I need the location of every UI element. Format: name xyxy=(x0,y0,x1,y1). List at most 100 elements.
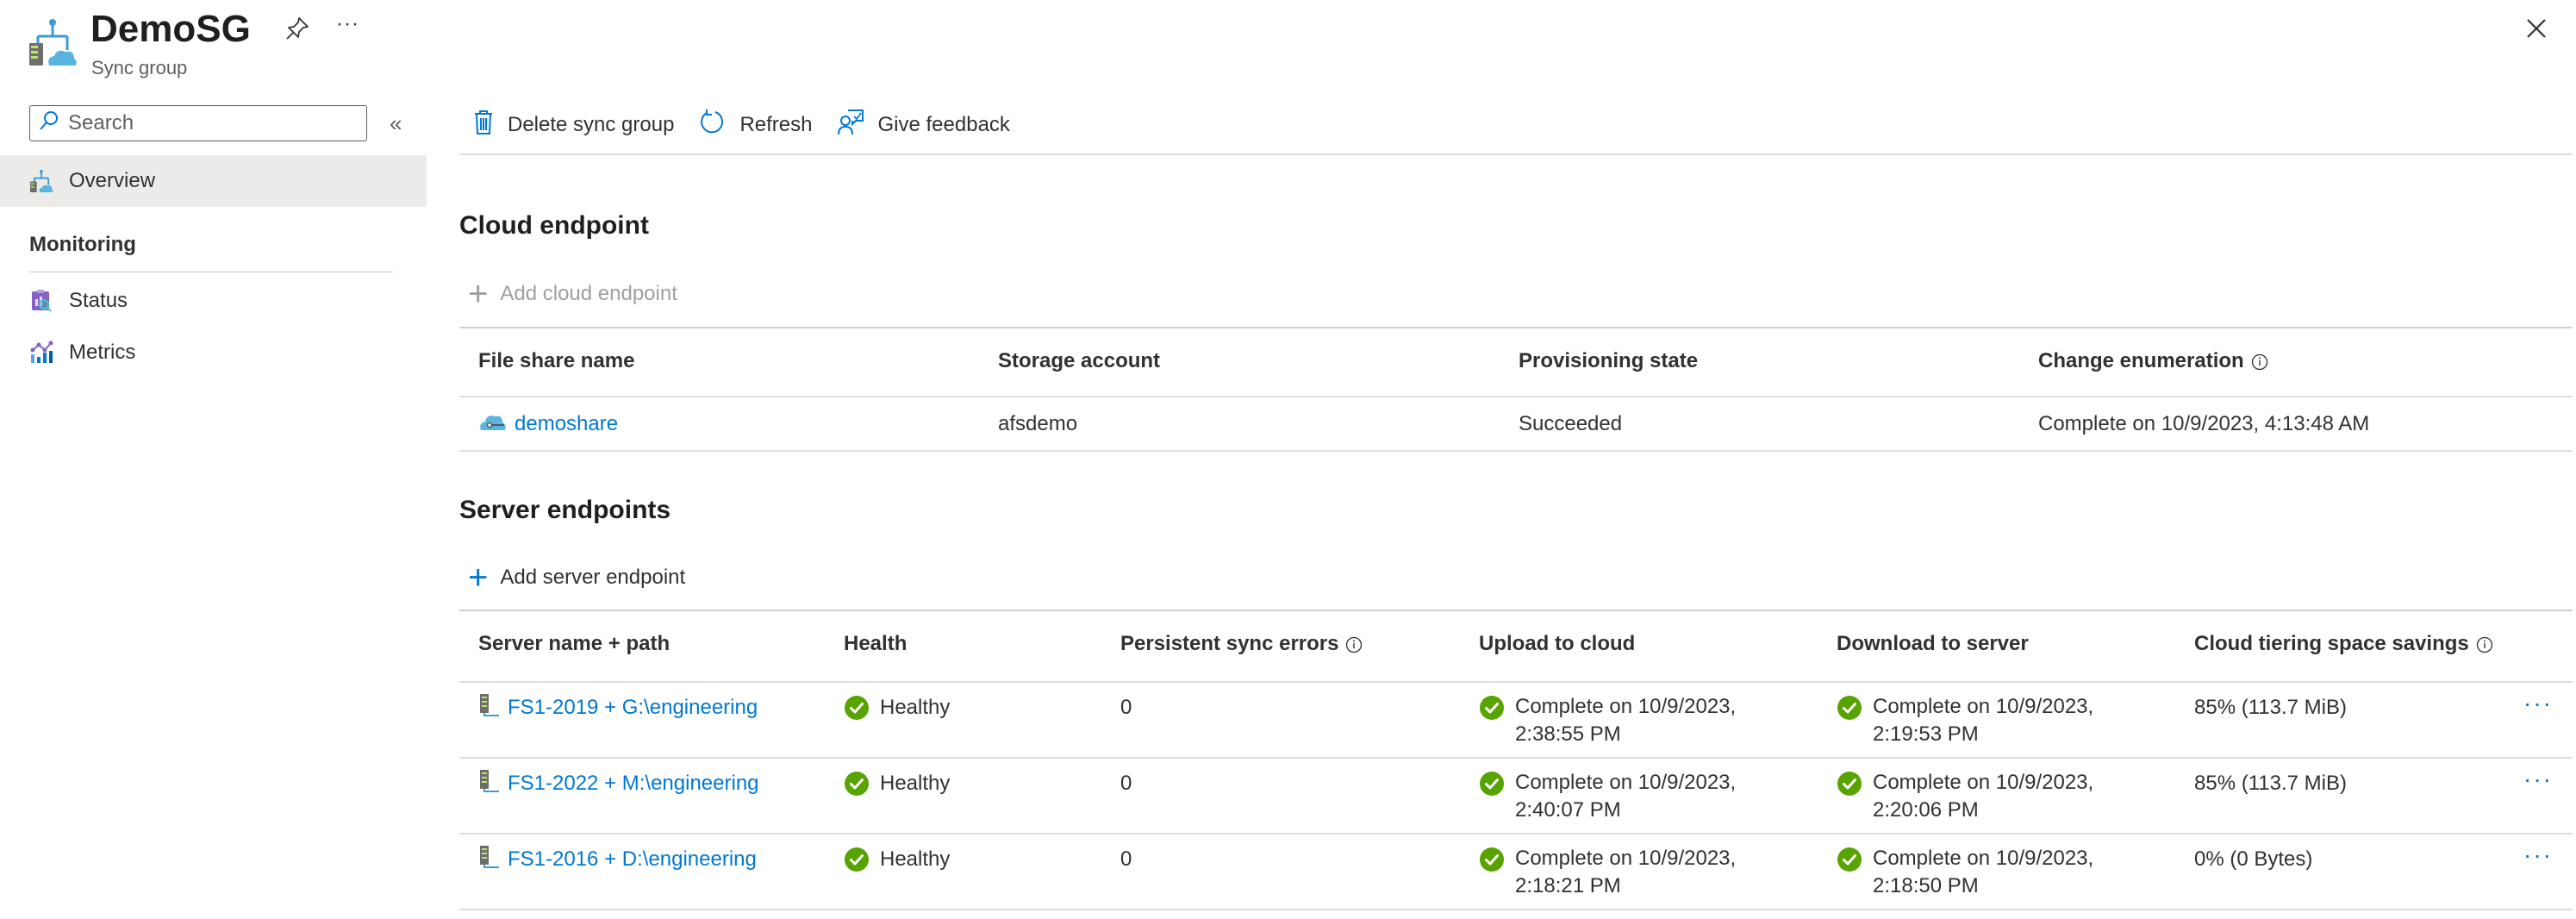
col-header-download: Download to server xyxy=(1837,632,2029,655)
download-cell: Complete on 10/9/2023, 2:20:06 PM xyxy=(1837,769,2093,824)
col-header-file-share: File share name xyxy=(478,349,635,372)
col-header-change-enumeration: Change enumeration xyxy=(2038,349,2268,373)
check-circle-icon xyxy=(1479,695,1505,721)
col-header-upload: Upload to cloud xyxy=(1479,632,1636,655)
server-endpoint-link[interactable]: FS1-2016 + D:\engineering xyxy=(508,847,757,872)
col-header-storage-account: Storage account xyxy=(998,349,1161,372)
change-enumeration-value: Complete on 10/9/2023, 4:13:48 AM xyxy=(2038,412,2370,435)
refresh-label: Refresh xyxy=(739,113,813,136)
sidebar-item-label: Overview xyxy=(69,169,156,192)
download-status-line2: 2:20:06 PM xyxy=(1873,798,1979,822)
check-circle-icon xyxy=(844,847,870,872)
feedback-label: Give feedback xyxy=(877,113,1010,136)
status-icon xyxy=(29,289,53,313)
metrics-icon xyxy=(29,341,53,365)
cloud-endpoint-heading: Cloud endpoint xyxy=(459,211,649,240)
check-circle-icon xyxy=(844,695,870,721)
health-cell: Healthy xyxy=(844,693,950,722)
download-cell: Complete on 10/9/2023, 2:18:50 PM xyxy=(1837,845,2093,900)
health-status: Healthy xyxy=(880,772,951,795)
collapse-sidebar-icon[interactable]: « xyxy=(390,112,412,134)
server-endpoint-link[interactable]: FS1-2019 + G:\engineering xyxy=(508,696,758,720)
toolbar-divider xyxy=(459,153,2573,155)
page-title: DemoSG xyxy=(90,8,251,50)
add-server-endpoint-label: Add server endpoint xyxy=(500,566,686,589)
server-icon xyxy=(478,844,501,876)
sidebar-group-monitoring: Monitoring xyxy=(29,233,136,256)
more-options-icon[interactable]: ··· xyxy=(336,12,362,38)
upload-status-line1: Complete on 10/9/2023, xyxy=(1515,771,1737,794)
command-bar: Delete sync group Refresh Give feedback xyxy=(459,103,1034,147)
info-icon[interactable] xyxy=(1345,635,1363,653)
close-icon[interactable] xyxy=(2523,16,2549,41)
download-status-line1: Complete on 10/9/2023, xyxy=(1873,695,2094,718)
feedback-icon xyxy=(837,109,878,142)
persistent-errors-link[interactable]: 0 xyxy=(1120,845,1132,874)
col-header-health: Health xyxy=(844,632,908,655)
storage-account-link[interactable]: afsdemo xyxy=(998,409,1077,439)
server-endpoint-cell: FS1-2022 + M:\engineering xyxy=(478,769,759,798)
upload-cell: Complete on 10/9/2023, 2:38:55 PM xyxy=(1479,693,1736,748)
upload-status-line2: 2:40:07 PM xyxy=(1515,798,1621,822)
upload-status-line1: Complete on 10/9/2023, xyxy=(1515,847,1737,870)
col-header-persistent-errors: Persistent sync errors xyxy=(1120,632,1363,656)
delete-sync-group-button[interactable]: Delete sync group xyxy=(473,109,674,141)
cloud-tiering-link[interactable]: 85% (113.7 MiB) xyxy=(2194,769,2347,798)
download-status-line1: Complete on 10/9/2023, xyxy=(1873,847,2094,870)
col-header-label: Persistent sync errors xyxy=(1120,632,1339,655)
check-circle-icon xyxy=(1837,847,1862,872)
info-icon[interactable] xyxy=(2476,635,2493,653)
trash-icon xyxy=(473,109,508,141)
download-status-line2: 2:18:50 PM xyxy=(1873,874,1979,897)
cloud-tiering-link[interactable]: 85% (113.7 MiB) xyxy=(2194,693,2347,722)
sidebar-item-label: Status xyxy=(69,289,128,312)
upload-cell: Complete on 10/9/2023, 2:18:21 PM xyxy=(1479,845,1736,900)
upload-cell: Complete on 10/9/2023, 2:40:07 PM xyxy=(1479,769,1736,824)
pin-icon[interactable] xyxy=(284,16,310,41)
health-status: Healthy xyxy=(880,847,951,871)
col-header-cloud-tiering: Cloud tiering space savings xyxy=(2194,632,2493,656)
server-endpoint-cell: FS1-2016 + D:\engineering xyxy=(478,845,757,874)
check-circle-icon xyxy=(1837,695,1862,721)
download-status-line2: 2:19:53 PM xyxy=(1873,722,1979,746)
health-status: Healthy xyxy=(880,696,951,719)
divider xyxy=(459,396,2573,397)
server-endpoint-link[interactable]: FS1-2022 + M:\engineering xyxy=(508,772,759,796)
provisioning-state-value: Succeeded xyxy=(1519,412,1623,435)
check-circle-icon xyxy=(1479,771,1505,797)
check-circle-icon xyxy=(844,771,870,797)
sidebar-item-metrics[interactable]: Metrics xyxy=(29,335,135,370)
add-server-endpoint-button[interactable]: + Add server endpoint xyxy=(468,559,686,597)
col-header-server: Server name + path xyxy=(478,632,671,655)
persistent-errors-link[interactable]: 0 xyxy=(1120,769,1132,798)
divider xyxy=(459,833,2573,835)
check-circle-icon xyxy=(1479,847,1505,872)
sidebar-item-overview[interactable]: Overview xyxy=(0,155,427,207)
search-input[interactable] xyxy=(66,110,354,136)
sidebar-item-status[interactable]: Status xyxy=(29,284,128,318)
persistent-errors-link[interactable]: 0 xyxy=(1120,693,1132,722)
give-feedback-button[interactable]: Give feedback xyxy=(837,109,1010,142)
server-icon xyxy=(478,768,501,800)
check-circle-icon xyxy=(1837,771,1862,797)
health-cell: Healthy xyxy=(844,845,950,874)
cloud-tiering-link[interactable]: 0% (0 Bytes) xyxy=(2194,845,2312,874)
sidebar-item-label: Metrics xyxy=(69,341,136,364)
table-row-cloud: demoshare xyxy=(478,409,618,439)
info-icon[interactable] xyxy=(2251,353,2268,371)
row-more-options-icon[interactable]: ··· xyxy=(2523,841,2553,869)
refresh-button[interactable]: Refresh xyxy=(698,109,813,142)
upload-status-line1: Complete on 10/9/2023, xyxy=(1515,695,1737,718)
add-cloud-endpoint-button[interactable]: + Add cloud endpoint xyxy=(468,277,677,311)
server-endpoint-cell: FS1-2019 + G:\engineering xyxy=(478,693,758,722)
col-header-provisioning-state: Provisioning state xyxy=(1519,349,1699,372)
row-more-options-icon[interactable]: ··· xyxy=(2523,766,2553,793)
page-subtitle: Sync group xyxy=(91,57,188,78)
plus-icon: + xyxy=(468,559,489,597)
sidebar-search[interactable] xyxy=(29,105,367,141)
row-more-options-icon[interactable]: ··· xyxy=(2523,690,2553,717)
health-cell: Healthy xyxy=(844,769,950,798)
divider xyxy=(459,327,2573,328)
file-share-link[interactable]: demoshare xyxy=(515,412,618,436)
divider xyxy=(459,757,2573,759)
